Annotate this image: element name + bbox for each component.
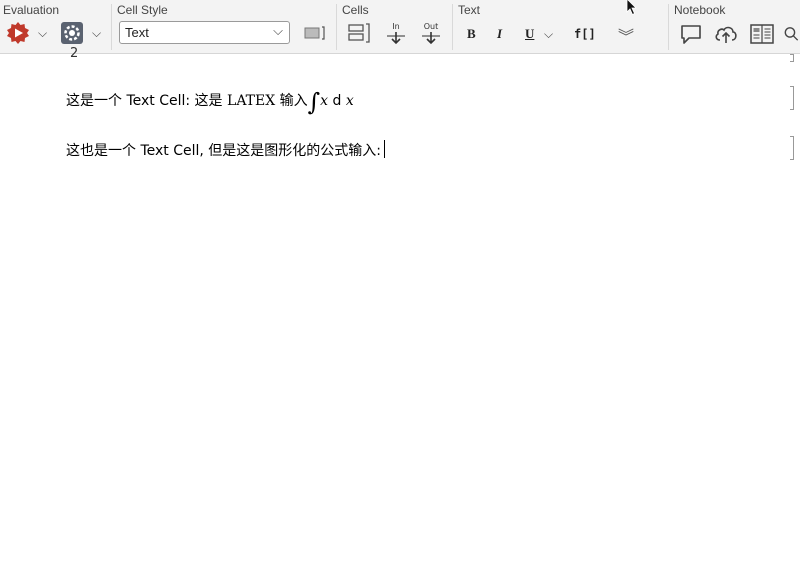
group-label-cells: Cells — [342, 3, 369, 17]
arrow-down-icon — [422, 31, 440, 44]
math-variable: x — [345, 93, 354, 109]
separator — [452, 4, 453, 50]
in-label: In — [392, 21, 400, 31]
cell-bracket[interactable] — [790, 136, 794, 160]
search-button[interactable] — [783, 22, 800, 46]
mouse-cursor-icon — [626, 0, 637, 16]
separator — [668, 4, 669, 50]
toolbar: Evaluation Cell Style Cells Text Noteboo… — [0, 0, 800, 54]
open-book-icon — [750, 24, 774, 44]
arrow-down-icon — [387, 31, 405, 44]
text-cell-latex[interactable]: 这是一个 Text Cell: 这是 LATEX 输入∫x d x — [66, 88, 354, 116]
function-button[interactable]: f[] — [574, 27, 596, 41]
insert-output-button[interactable]: Out — [418, 20, 444, 46]
cell-style-icon — [304, 26, 325, 40]
cloud-publish-button[interactable] — [713, 22, 739, 46]
group-label-notebook: Notebook — [674, 3, 726, 17]
chevron-down-icon[interactable]: ⌵ — [92, 26, 101, 41]
cell-bracket[interactable] — [790, 86, 794, 110]
kernel-settings-button[interactable] — [60, 21, 84, 45]
cloud-upload-icon — [715, 26, 737, 43]
math-variable: x — [320, 93, 329, 109]
comment-button[interactable] — [679, 22, 703, 46]
notebook-layout-button[interactable] — [749, 22, 775, 46]
evaluate-icon — [7, 22, 29, 44]
out-label: Out — [423, 21, 439, 31]
cell-text: 这也是一个 Text Cell, 但是这是图形化的公式输入: — [66, 143, 381, 159]
cell-bracket[interactable] — [790, 54, 794, 62]
gear-icon — [61, 22, 83, 44]
style-options-button[interactable] — [303, 24, 327, 42]
split-cell-icon — [348, 23, 370, 43]
math-differential: d — [332, 93, 342, 109]
separator — [111, 4, 112, 50]
previous-cell-fragment: 2 — [70, 46, 79, 61]
cell-text: 这是一个 Text Cell: 这是 — [66, 93, 223, 109]
cell-style-value: Text — [125, 25, 149, 40]
insert-input-button[interactable]: In — [383, 20, 409, 46]
chevron-down-icon[interactable]: ⌵ — [544, 27, 553, 42]
notebook-document[interactable]: 2 这是一个 Text Cell: 这是 LATEX 输入∫x d x 这也是一… — [0, 46, 800, 579]
integral-symbol: ∫ — [307, 88, 321, 116]
chevron-down-icon: ⌵ — [273, 24, 283, 39]
text-cursor — [384, 140, 385, 158]
split-cell-button[interactable] — [346, 22, 372, 44]
latex-logo: LATEX — [227, 93, 276, 109]
group-label-cell-style: Cell Style — [117, 3, 168, 17]
search-icon — [784, 27, 799, 41]
separator — [336, 4, 337, 50]
underline-button[interactable]: U — [525, 26, 534, 42]
chevron-down-icon[interactable]: ⌵ — [38, 26, 47, 41]
cell-text: 输入 — [279, 93, 308, 109]
evaluate-button[interactable] — [6, 21, 30, 45]
group-label-evaluation: Evaluation — [3, 3, 60, 17]
group-label-text: Text — [458, 3, 481, 17]
cell-style-select[interactable]: Text ⌵ — [119, 21, 290, 44]
more-options-icon[interactable]: ︾ — [618, 23, 634, 47]
speech-bubble-icon — [681, 25, 701, 44]
text-cell-graphical[interactable]: 这也是一个 Text Cell, 但是这是图形化的公式输入: — [66, 140, 385, 160]
italic-button[interactable]: I — [497, 26, 502, 42]
bold-button[interactable]: B — [467, 26, 476, 42]
